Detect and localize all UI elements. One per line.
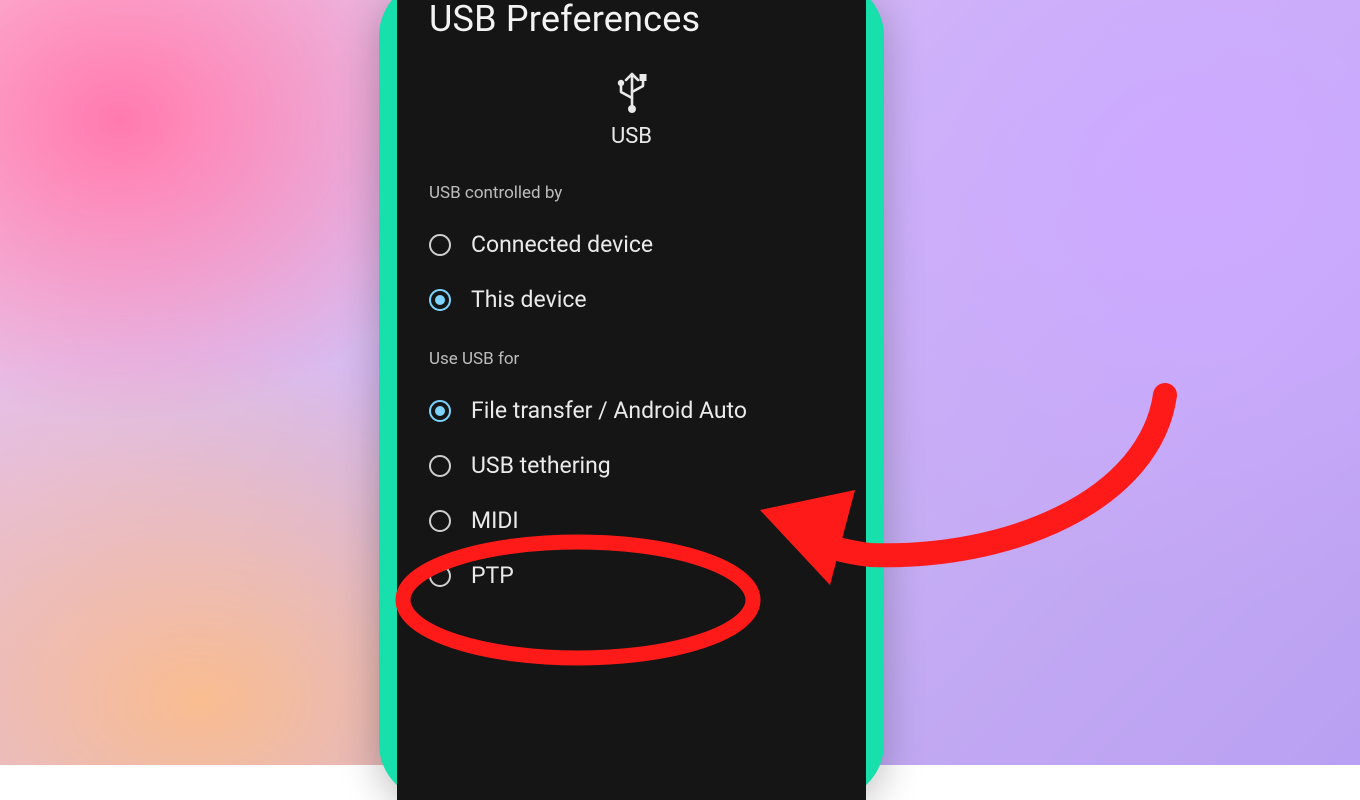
phone-frame: USB Preferences USB USB controlled by Co… [379,0,884,800]
radio-icon [429,565,451,587]
radio-file-transfer[interactable]: File transfer / Android Auto [427,383,836,438]
section-header-controlled-by: USB controlled by [429,183,836,203]
radio-icon [429,234,451,256]
radio-this-device[interactable]: This device [427,272,836,327]
option-label: MIDI [471,507,519,534]
option-label: PTP [471,562,514,589]
radio-icon [429,455,451,477]
section-header-use-for: Use USB for [429,349,836,369]
settings-screen: USB Preferences USB USB controlled by Co… [397,0,866,800]
radio-icon [429,400,451,422]
usb-icon-label: USB [427,124,836,149]
option-label: This device [471,286,587,313]
usb-icon [612,68,652,118]
radio-icon [429,289,451,311]
radio-ptp[interactable]: PTP [427,548,836,603]
radio-usb-tethering[interactable]: USB tethering [427,438,836,493]
radio-midi[interactable]: MIDI [427,493,836,548]
option-label: File transfer / Android Auto [471,397,747,424]
radio-icon [429,510,451,532]
option-label: USB tethering [471,452,611,479]
radio-connected-device[interactable]: Connected device [427,217,836,272]
option-label: Connected device [471,231,653,258]
usb-header-block: USB [427,68,836,149]
page-title: USB Preferences [429,0,836,40]
